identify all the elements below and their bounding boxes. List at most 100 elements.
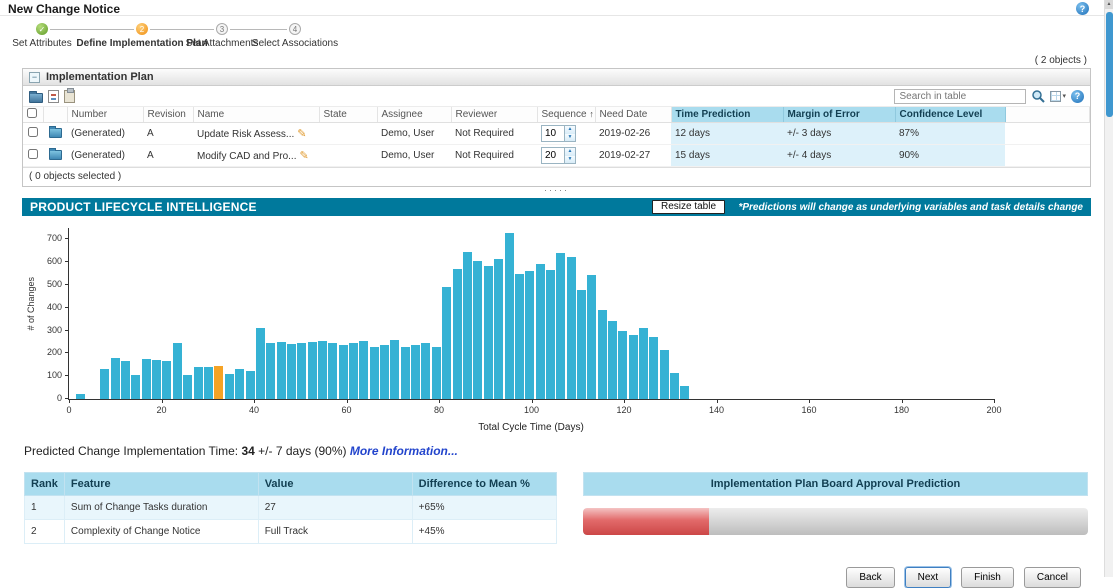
predicted-days-value: 34 (241, 444, 255, 458)
col-state[interactable]: State (319, 107, 378, 123)
histogram-bar (649, 337, 659, 399)
search-input[interactable] (894, 88, 1027, 104)
histogram-bar (120, 361, 130, 399)
prediction-summary: Predicted Change Implementation Time: 34… (24, 444, 1113, 458)
histogram-bar (204, 367, 214, 399)
step-4-indicator[interactable]: 4 (289, 23, 301, 35)
new-folder-icon[interactable] (29, 90, 43, 103)
col-number[interactable]: Number (67, 107, 144, 123)
col-need-date[interactable]: Need Date (595, 107, 672, 123)
sort-ascending-icon[interactable]: ↑ (589, 109, 594, 119)
step-3-indicator[interactable]: 3 (216, 23, 228, 35)
cell-sequence[interactable]: ▲▼ (537, 122, 595, 145)
y-tick-mark (65, 375, 69, 377)
sequence-stepper[interactable]: ▲▼ (541, 125, 576, 142)
sequence-input[interactable] (542, 126, 564, 141)
histogram-bar (463, 251, 473, 399)
histogram-bar (535, 264, 545, 399)
step-3-label[interactable]: Set Attachments (186, 38, 259, 49)
select-all-checkbox[interactable] (27, 108, 37, 118)
scrollbar-thumb[interactable] (1106, 12, 1113, 117)
selected-count: ( 0 objects selected ) (23, 167, 1090, 186)
histogram-bar (193, 367, 203, 399)
y-tick-label: 400 (46, 301, 62, 312)
paste-icon[interactable] (64, 87, 75, 103)
row-checkbox-cell[interactable] (23, 122, 43, 145)
cell-assignee: Demo, User (377, 122, 451, 145)
plan-table-row: (Generated) A Update Risk Assess... ✎ Demo, … (23, 122, 1090, 145)
cell-reviewer: Not Required (451, 122, 537, 145)
y-tick-mark (65, 306, 69, 308)
cell-name: Modify CAD and Pro... ✎ (193, 144, 319, 167)
histogram-bar (317, 340, 327, 399)
x-tick-label: 160 (801, 405, 817, 415)
col-time-prediction[interactable]: Time Prediction (671, 107, 784, 123)
histogram-bar (670, 372, 680, 399)
spin-up-icon[interactable]: ▲ (565, 148, 575, 156)
y-tick-label: 500 (46, 279, 62, 290)
spin-down-icon[interactable]: ▼ (565, 155, 575, 163)
col-confidence-level[interactable]: Confidence Level (895, 107, 1006, 123)
row-checkbox-cell[interactable] (23, 144, 43, 167)
splitter-handle[interactable]: ····· (0, 186, 1113, 196)
collapse-panel-icon[interactable]: − (29, 71, 40, 83)
table-view-icon[interactable]: ▾ (1050, 90, 1066, 102)
x-tick-mark (624, 399, 625, 403)
edit-pencil-icon[interactable]: ✎ (299, 150, 308, 162)
cell-sequence[interactable]: ▲▼ (537, 144, 595, 167)
select-all-checkbox-cell[interactable] (23, 107, 44, 123)
help-icon[interactable]: ? (1076, 2, 1089, 15)
step-1-glyph: ✓ (38, 24, 46, 34)
x-tick-label: 180 (893, 405, 910, 415)
col-margin-of-error[interactable]: Margin of Error (783, 107, 896, 123)
spin-up-icon[interactable]: ▲ (565, 126, 575, 134)
step-connector (230, 29, 287, 30)
col-sequence[interactable]: Sequence ↑ (537, 107, 596, 123)
col-reviewer[interactable]: Reviewer (451, 107, 538, 123)
y-tick-label: 0 (56, 393, 62, 403)
table-help-icon[interactable]: ? (1071, 89, 1084, 103)
x-tick-mark (346, 399, 348, 403)
cell-time-prediction: 12 days (671, 122, 783, 145)
row-checkbox[interactable] (28, 127, 38, 137)
step-4-label[interactable]: Select Associations (252, 38, 338, 49)
sequence-input[interactable] (542, 148, 564, 163)
histogram-bar (110, 357, 120, 399)
step-2-indicator[interactable]: 2 (136, 23, 148, 35)
x-tick-label: 200 (986, 405, 1002, 415)
histogram-bar (255, 328, 265, 399)
cell-confidence-level: 90% (895, 144, 1005, 167)
histogram-bar (152, 360, 162, 399)
col-name[interactable]: Name (193, 107, 320, 123)
next-button[interactable]: Next (904, 567, 952, 588)
histogram-bar (235, 369, 245, 399)
y-tick-mark (65, 284, 69, 285)
approval-progress-fill (583, 508, 710, 535)
row-name-text: Update Risk Assess... (197, 129, 295, 140)
plan-table-row: (Generated) A Modify CAD and Pro... ✎ Demo, … (23, 144, 1090, 167)
sequence-stepper[interactable]: ▲▼ (541, 147, 576, 164)
col-revision[interactable]: Revision (143, 107, 194, 123)
scrollbar[interactable]: ▲ (1104, 0, 1113, 577)
y-tick-mark (65, 238, 69, 240)
back-button[interactable]: Back (846, 567, 895, 588)
cell-name: Update Risk Assess... ✎ (193, 122, 319, 145)
col-assignee[interactable]: Assignee (377, 107, 452, 123)
resize-table-button[interactable]: Resize table (652, 200, 726, 214)
scroll-up-icon[interactable]: ▲ (1105, 0, 1113, 9)
report-icon[interactable] (48, 89, 59, 103)
more-information-link[interactable]: More Information... (350, 444, 458, 458)
finish-button[interactable]: Finish (961, 567, 1014, 588)
search-icon[interactable] (1031, 89, 1046, 103)
histogram-bar (597, 310, 607, 399)
step-1-label[interactable]: Set Attributes (12, 38, 71, 49)
histogram-bar (628, 335, 638, 399)
step-3-glyph: 3 (219, 24, 225, 34)
step-1-indicator[interactable]: ✓ (36, 23, 48, 35)
spin-down-icon[interactable]: ▼ (565, 133, 575, 141)
row-checkbox[interactable] (28, 149, 38, 159)
cancel-button[interactable]: Cancel (1023, 567, 1081, 588)
x-axis-label: Total Cycle Time (Days) (478, 422, 584, 433)
histogram-bar (380, 345, 390, 399)
edit-pencil-icon[interactable]: ✎ (297, 128, 306, 140)
